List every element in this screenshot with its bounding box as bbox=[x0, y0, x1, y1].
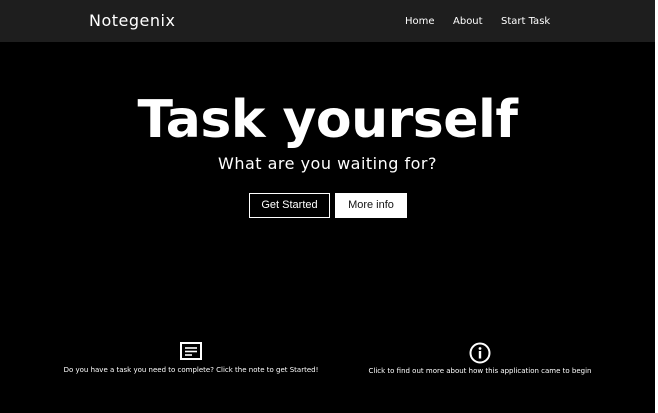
top-navbar: Notegenix Home About Start Task bbox=[0, 0, 655, 42]
more-info-button[interactable]: More info bbox=[335, 193, 407, 218]
get-started-button[interactable]: Get Started bbox=[249, 193, 330, 218]
note-icon[interactable] bbox=[180, 342, 202, 360]
nav-home-link[interactable]: Home bbox=[405, 16, 435, 27]
info-feature-text: Click to find out more about how this ap… bbox=[368, 367, 592, 375]
info-feature[interactable]: Click to find out more about how this ap… bbox=[360, 342, 600, 375]
nav-start-task-link[interactable]: Start Task bbox=[501, 16, 550, 27]
info-icon[interactable] bbox=[469, 342, 491, 364]
hero-title: Task yourself bbox=[137, 90, 518, 150]
brand-logo[interactable]: Notegenix bbox=[89, 11, 175, 30]
hero-subtitle: What are you waiting for? bbox=[218, 154, 437, 173]
note-feature-text: Do you have a task you need to complete?… bbox=[63, 366, 319, 374]
nav-about-link[interactable]: About bbox=[453, 16, 483, 27]
app-window: Notegenix Home About Start Task Task you… bbox=[0, 0, 655, 413]
note-feature[interactable]: Do you have a task you need to complete?… bbox=[57, 342, 325, 374]
